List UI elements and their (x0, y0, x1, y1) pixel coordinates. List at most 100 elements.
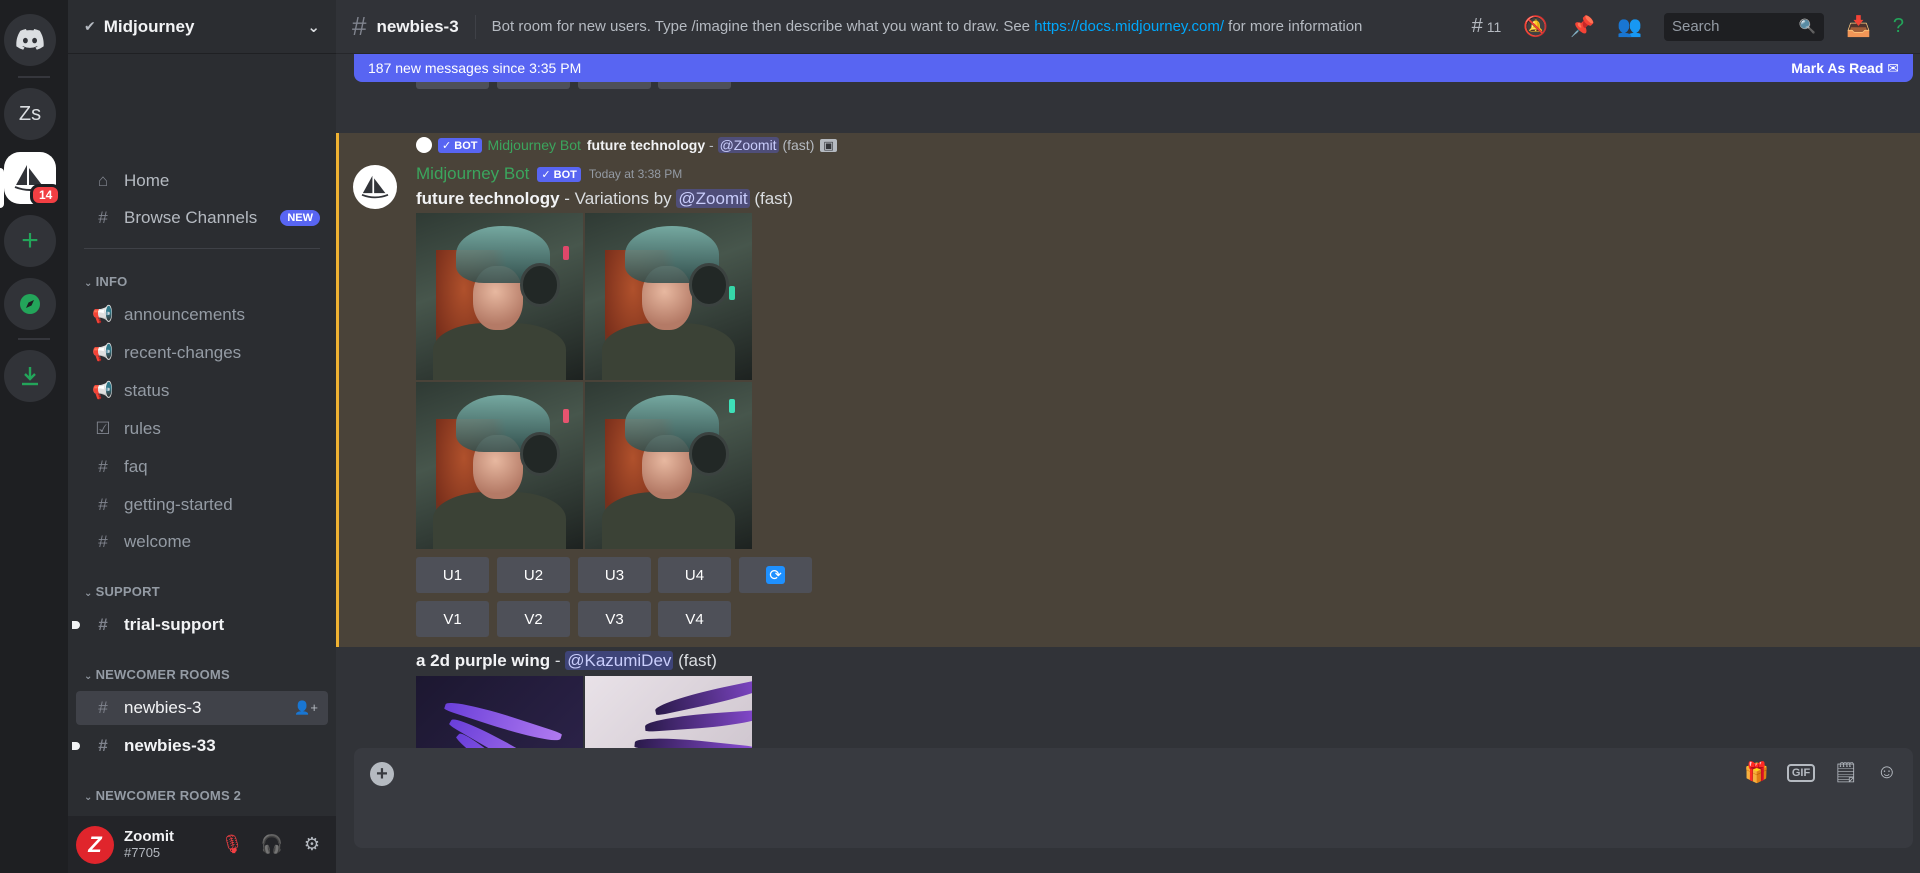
user-tag: #7705 (124, 844, 161, 860)
category-newcomer-rooms-2[interactable]: ⌄ NEWCOMER ROOMS 2 (84, 788, 241, 803)
gif-icon[interactable]: GIF (1786, 763, 1816, 782)
server-unread-badge: 14 (30, 184, 62, 206)
button-label: U2 (523, 566, 544, 584)
category-newcomer-rooms[interactable]: ⌄ NEWCOMER ROOMS (84, 667, 230, 682)
header-toolbar: #11 🔕 📌 👥 Search 🔍 📥 ? (1472, 12, 1904, 41)
message-author[interactable]: Midjourney Bot (416, 164, 529, 184)
mute-channel-icon[interactable]: 🔕 (1523, 14, 1548, 39)
browse-channels-icon: # (98, 208, 108, 227)
threads-icon: # (1471, 15, 1483, 37)
message-mention[interactable]: @Zoomit (676, 189, 750, 208)
add-member-icon[interactable]: 👤+ (294, 700, 318, 716)
channel-topic[interactable]: Bot room for new users. Type /imagine th… (492, 18, 1363, 35)
upscale-button-u3[interactable]: U3 (578, 557, 651, 593)
sticker-icon[interactable]: 🗒 (1833, 760, 1858, 785)
message-timestamp: Today at 3:38 PM (588, 167, 683, 181)
bot-tag: ✓ BOT (438, 137, 482, 153)
topic-link[interactable]: https://docs.midjourney.com/ (1034, 18, 1224, 35)
message-composer: + 🎁 GIF 🗒 ☺ (354, 748, 1913, 848)
user-name: Zoomit (124, 827, 174, 845)
discord-home-button[interactable] (4, 14, 56, 66)
generated-image-2 (585, 213, 752, 380)
threads-button[interactable]: #11 (1472, 15, 1502, 38)
variation-button-v2[interactable]: V2 (497, 601, 570, 637)
mute-mic-icon[interactable]: 🎙 (216, 829, 248, 861)
caret-icon: ⌄ (84, 671, 93, 682)
user-info[interactable]: Zoomit #7705 (124, 827, 174, 861)
next-message-mention[interactable]: @KazumiDev (565, 651, 674, 670)
refresh-icon: ⟳ (766, 566, 785, 584)
sidebar-item-home[interactable]: ⌂ Home (76, 164, 328, 198)
threads-hash-icon: # (98, 698, 108, 717)
channel-trial-support[interactable]: # trial-support (72, 608, 328, 642)
channel-newbies-33[interactable]: # newbies-33 (72, 729, 328, 763)
rail-divider (18, 76, 50, 78)
sidebar-item-browse-channels[interactable]: # Browse Channels NEW (76, 201, 328, 235)
pinned-messages-icon[interactable]: 📌 (1570, 14, 1595, 39)
channel-recent-changes[interactable]: 📢 recent-changes (76, 336, 328, 370)
channel-faq[interactable]: # faq (76, 450, 328, 484)
channel-label: announcements (124, 305, 245, 324)
server-header[interactable]: ✔ Midjourney ⌄ (68, 0, 336, 54)
reply-prompt: future technology (586, 137, 706, 153)
channel-label: rules (124, 419, 161, 438)
reply-author: Midjourney Bot (487, 137, 581, 153)
image-grid[interactable] (416, 213, 752, 549)
reply-reference[interactable]: ✓ BOT Midjourney Bot future technology -… (416, 137, 837, 153)
headphones-icon[interactable]: 🎧 (256, 829, 288, 861)
upscale-button-u1[interactable]: U1 (416, 557, 489, 593)
button-label: U4 (684, 566, 705, 584)
button-label: V4 (685, 610, 704, 628)
next-message-mode: (fast) (673, 651, 717, 670)
emoji-icon[interactable]: ☺ (1877, 761, 1897, 784)
sidebar-divider (84, 248, 320, 249)
channel-label: trial-support (124, 615, 225, 634)
new-messages-text: 187 new messages since 3:35 PM (368, 60, 582, 76)
avatar[interactable]: Z (76, 825, 114, 864)
channel-status[interactable]: 📢 status (76, 374, 328, 408)
channel-getting-started[interactable]: # getting-started (76, 488, 328, 522)
channel-welcome[interactable]: # welcome (76, 525, 328, 559)
channel-newbies-3[interactable]: # newbies-3 👤+ (76, 691, 328, 725)
new-messages-bar[interactable]: 187 new messages since 3:35 PM Mark As R… (354, 54, 1913, 82)
channel-rules[interactable]: ☑ rules (76, 412, 328, 446)
variation-button-v3[interactable]: V3 (578, 601, 651, 637)
explore-servers-button[interactable] (4, 278, 56, 330)
discord-logo-icon (16, 29, 44, 50)
download-apps-button[interactable] (4, 350, 56, 402)
upscale-button-u2[interactable]: U2 (497, 557, 570, 593)
channel-label: faq (124, 457, 148, 476)
message-input[interactable] (410, 760, 1710, 788)
chevron-down-icon: ⌄ (307, 18, 320, 36)
search-input[interactable]: Search 🔍 (1663, 12, 1824, 41)
variation-button-v1[interactable]: V1 (416, 601, 489, 637)
search-placeholder: Search (1671, 18, 1720, 35)
category-label: INFO (95, 274, 128, 289)
add-server-button[interactable]: + (4, 215, 56, 267)
server-zs[interactable]: Zs (4, 88, 56, 140)
upload-plus-button[interactable]: + (370, 762, 394, 786)
gear-icon[interactable]: ⚙ (296, 829, 328, 861)
button-label: V3 (605, 610, 624, 628)
reply-mention[interactable]: @Zoomit (717, 137, 779, 153)
inbox-icon[interactable]: 📥 (1846, 14, 1871, 39)
hash-icon: # (98, 615, 108, 634)
message-list: V1 V2 V3 V4 ✓ BOT Midjourney Bot future … (336, 54, 1920, 748)
category-support[interactable]: ⌄ SUPPORT (84, 584, 160, 599)
reply-separator: - (705, 137, 718, 153)
upscale-button-u4[interactable]: U4 (658, 557, 731, 593)
verified-icon: ✔ (84, 18, 96, 34)
image-icon: ▣ (820, 138, 837, 152)
category-info[interactable]: ⌄ INFO (84, 274, 127, 289)
bot-avatar[interactable] (353, 165, 397, 209)
server-name: Midjourney (103, 16, 195, 36)
next-message-content: a 2d purple wing - @KazumiDev (fast) (416, 651, 717, 671)
help-icon[interactable]: ? (1893, 15, 1904, 38)
channel-announcements[interactable]: 📢 announcements (76, 298, 328, 332)
variation-button-v4[interactable]: V4 (658, 601, 731, 637)
mark-as-read-button[interactable]: Mark As Read ✉ (1791, 60, 1899, 77)
gift-icon[interactable]: 🎁 (1744, 760, 1769, 785)
member-list-icon[interactable]: 👥 (1617, 14, 1642, 39)
next-image-grid[interactable] (416, 676, 752, 748)
reroll-button[interactable]: ⟳ (739, 557, 812, 593)
